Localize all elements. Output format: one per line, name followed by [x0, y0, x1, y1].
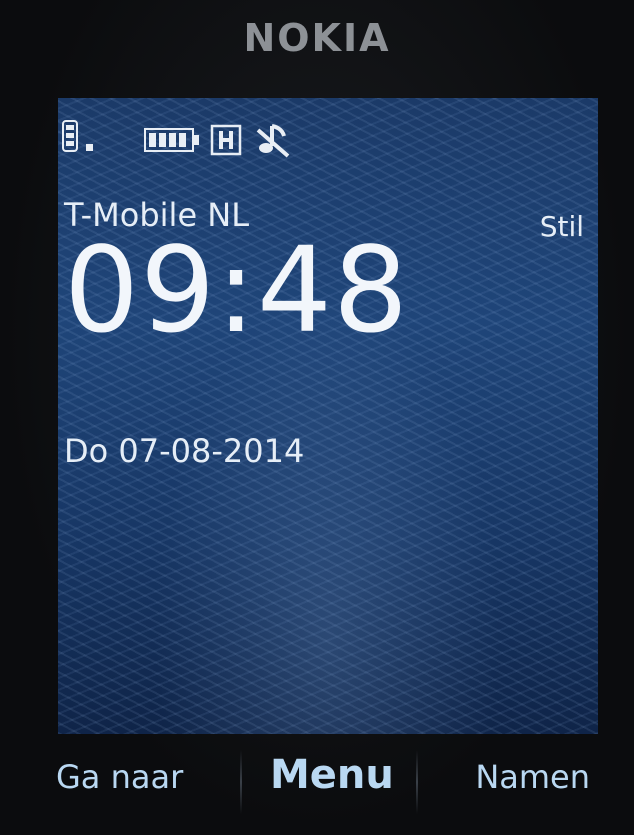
- silent-profile-icon: [256, 124, 290, 158]
- softkey-right-contacts[interactable]: Namen: [475, 758, 590, 796]
- signal-dot-icon: [86, 144, 93, 151]
- gsm-icon: [62, 120, 78, 152]
- brand-logo: NOKIA: [243, 16, 391, 60]
- hsdpa-h-icon: [210, 124, 242, 156]
- status-bar: [58, 118, 598, 158]
- home-screen: T-Mobile NL Stil 09:48 Do 07-08-2014: [58, 98, 598, 734]
- softkey-divider: [416, 750, 418, 814]
- battery-icon: [144, 128, 199, 152]
- softkey-left-goto[interactable]: Ga naar: [56, 758, 183, 796]
- clock-time: 09:48: [64, 221, 410, 359]
- softkey-bar: Ga naar Menu Namen: [0, 740, 634, 830]
- softkey-divider: [240, 750, 242, 814]
- current-date: Do 07-08-2014: [64, 432, 305, 470]
- softkey-middle-menu[interactable]: Menu: [270, 752, 394, 798]
- active-profile: Stil: [539, 210, 584, 243]
- phone-body: NOKIA T-Mobile NL Stil 09:48 Do 07-08-20…: [0, 0, 634, 835]
